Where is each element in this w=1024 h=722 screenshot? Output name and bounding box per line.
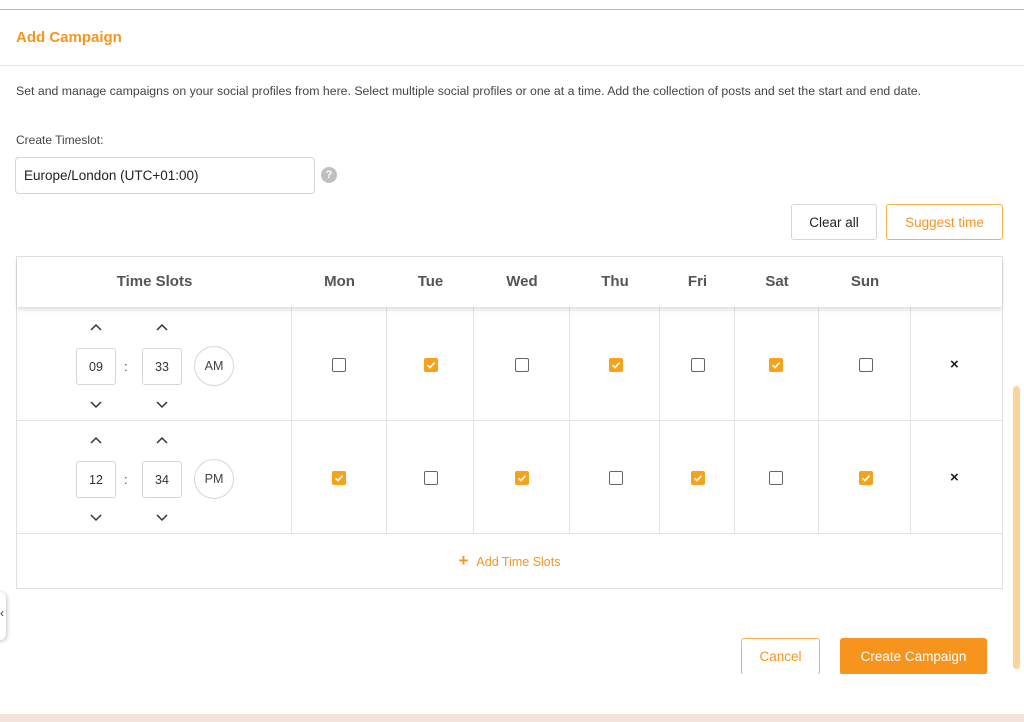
suggest-time-button[interactable]: Suggest time [886, 204, 1003, 240]
add-time-slots-label: Add Time Slots [476, 555, 561, 569]
description-text: Set and manage campaigns on your social … [16, 84, 922, 98]
chevron-left-icon[interactable]: ‹ [0, 606, 4, 620]
hour-up-icon[interactable] [89, 435, 103, 445]
minute-up-icon[interactable] [155, 435, 169, 445]
checkbox-thu[interactable] [609, 471, 623, 485]
window-top-border [0, 0, 1024, 10]
checkbox-sat[interactable] [769, 358, 783, 372]
header-thu: Thu [601, 273, 629, 290]
minute-field[interactable]: 34 [142, 461, 182, 498]
remove-slot-icon[interactable]: × [950, 356, 959, 373]
checkbox-sat[interactable] [769, 471, 783, 485]
ampm-toggle[interactable]: AM [194, 346, 234, 386]
minute-down-icon[interactable] [155, 400, 169, 410]
checkbox-sun[interactable] [859, 358, 873, 372]
scrollbar[interactable] [1013, 386, 1020, 669]
hour-up-icon[interactable] [89, 322, 103, 332]
header-tue: Tue [417, 273, 444, 290]
header-sun: Sun [850, 273, 880, 290]
checkbox-wed[interactable] [515, 471, 529, 485]
time-separator: : [124, 472, 128, 487]
hour-down-icon[interactable] [89, 400, 103, 410]
footer-overlay [0, 674, 1010, 714]
header-fri: Fri [687, 273, 708, 290]
checkbox-fri[interactable] [691, 358, 705, 372]
header-time-slots: Time Slots [116, 273, 193, 290]
table-header: Time Slots Mon Tue Wed Thu Fri Sat Sun [17, 257, 1002, 307]
minute-field[interactable]: 33 [142, 348, 182, 385]
checkbox-sun[interactable] [859, 471, 873, 485]
hour-field[interactable]: 09 [76, 348, 116, 385]
checkbox-mon[interactable] [332, 471, 346, 485]
checkbox-mon[interactable] [332, 358, 346, 372]
page-title: Add Campaign [16, 29, 122, 46]
checkbox-thu[interactable] [609, 358, 623, 372]
checkbox-wed[interactable] [515, 358, 529, 372]
table-row: 09 : 33 AM × [17, 307, 1002, 420]
help-icon[interactable]: ? [321, 167, 337, 183]
create-campaign-button[interactable]: Create Campaign [840, 638, 987, 675]
plus-icon: + [458, 551, 469, 570]
bottom-strip [0, 714, 1024, 722]
timeslot-label: Create Timeslot: [16, 133, 104, 147]
header: Add Campaign [0, 10, 1024, 66]
add-time-slots-button[interactable]: + Add Time Slots [17, 534, 1002, 588]
ampm-toggle[interactable]: PM [194, 459, 234, 499]
hour-field[interactable]: 12 [76, 461, 116, 498]
checkbox-fri[interactable] [691, 471, 705, 485]
time-slots-table: Time Slots Mon Tue Wed Thu Fri Sat Sun 0… [16, 256, 1003, 589]
header-mon: Mon [324, 273, 355, 290]
header-remove [911, 257, 1002, 307]
time-separator: : [124, 359, 128, 374]
clear-all-button[interactable]: Clear all [791, 204, 877, 240]
table-row: 12 : 34 PM × [17, 420, 1002, 533]
header-sat: Sat [765, 273, 789, 290]
timezone-input[interactable] [15, 157, 315, 194]
header-wed: Wed [506, 273, 538, 290]
checkbox-tue[interactable] [424, 358, 438, 372]
minute-up-icon[interactable] [155, 322, 169, 332]
minute-down-icon[interactable] [155, 513, 169, 523]
checkbox-tue[interactable] [424, 471, 438, 485]
hour-down-icon[interactable] [89, 513, 103, 523]
remove-slot-icon[interactable]: × [950, 469, 959, 486]
cancel-button[interactable]: Cancel [741, 638, 820, 675]
